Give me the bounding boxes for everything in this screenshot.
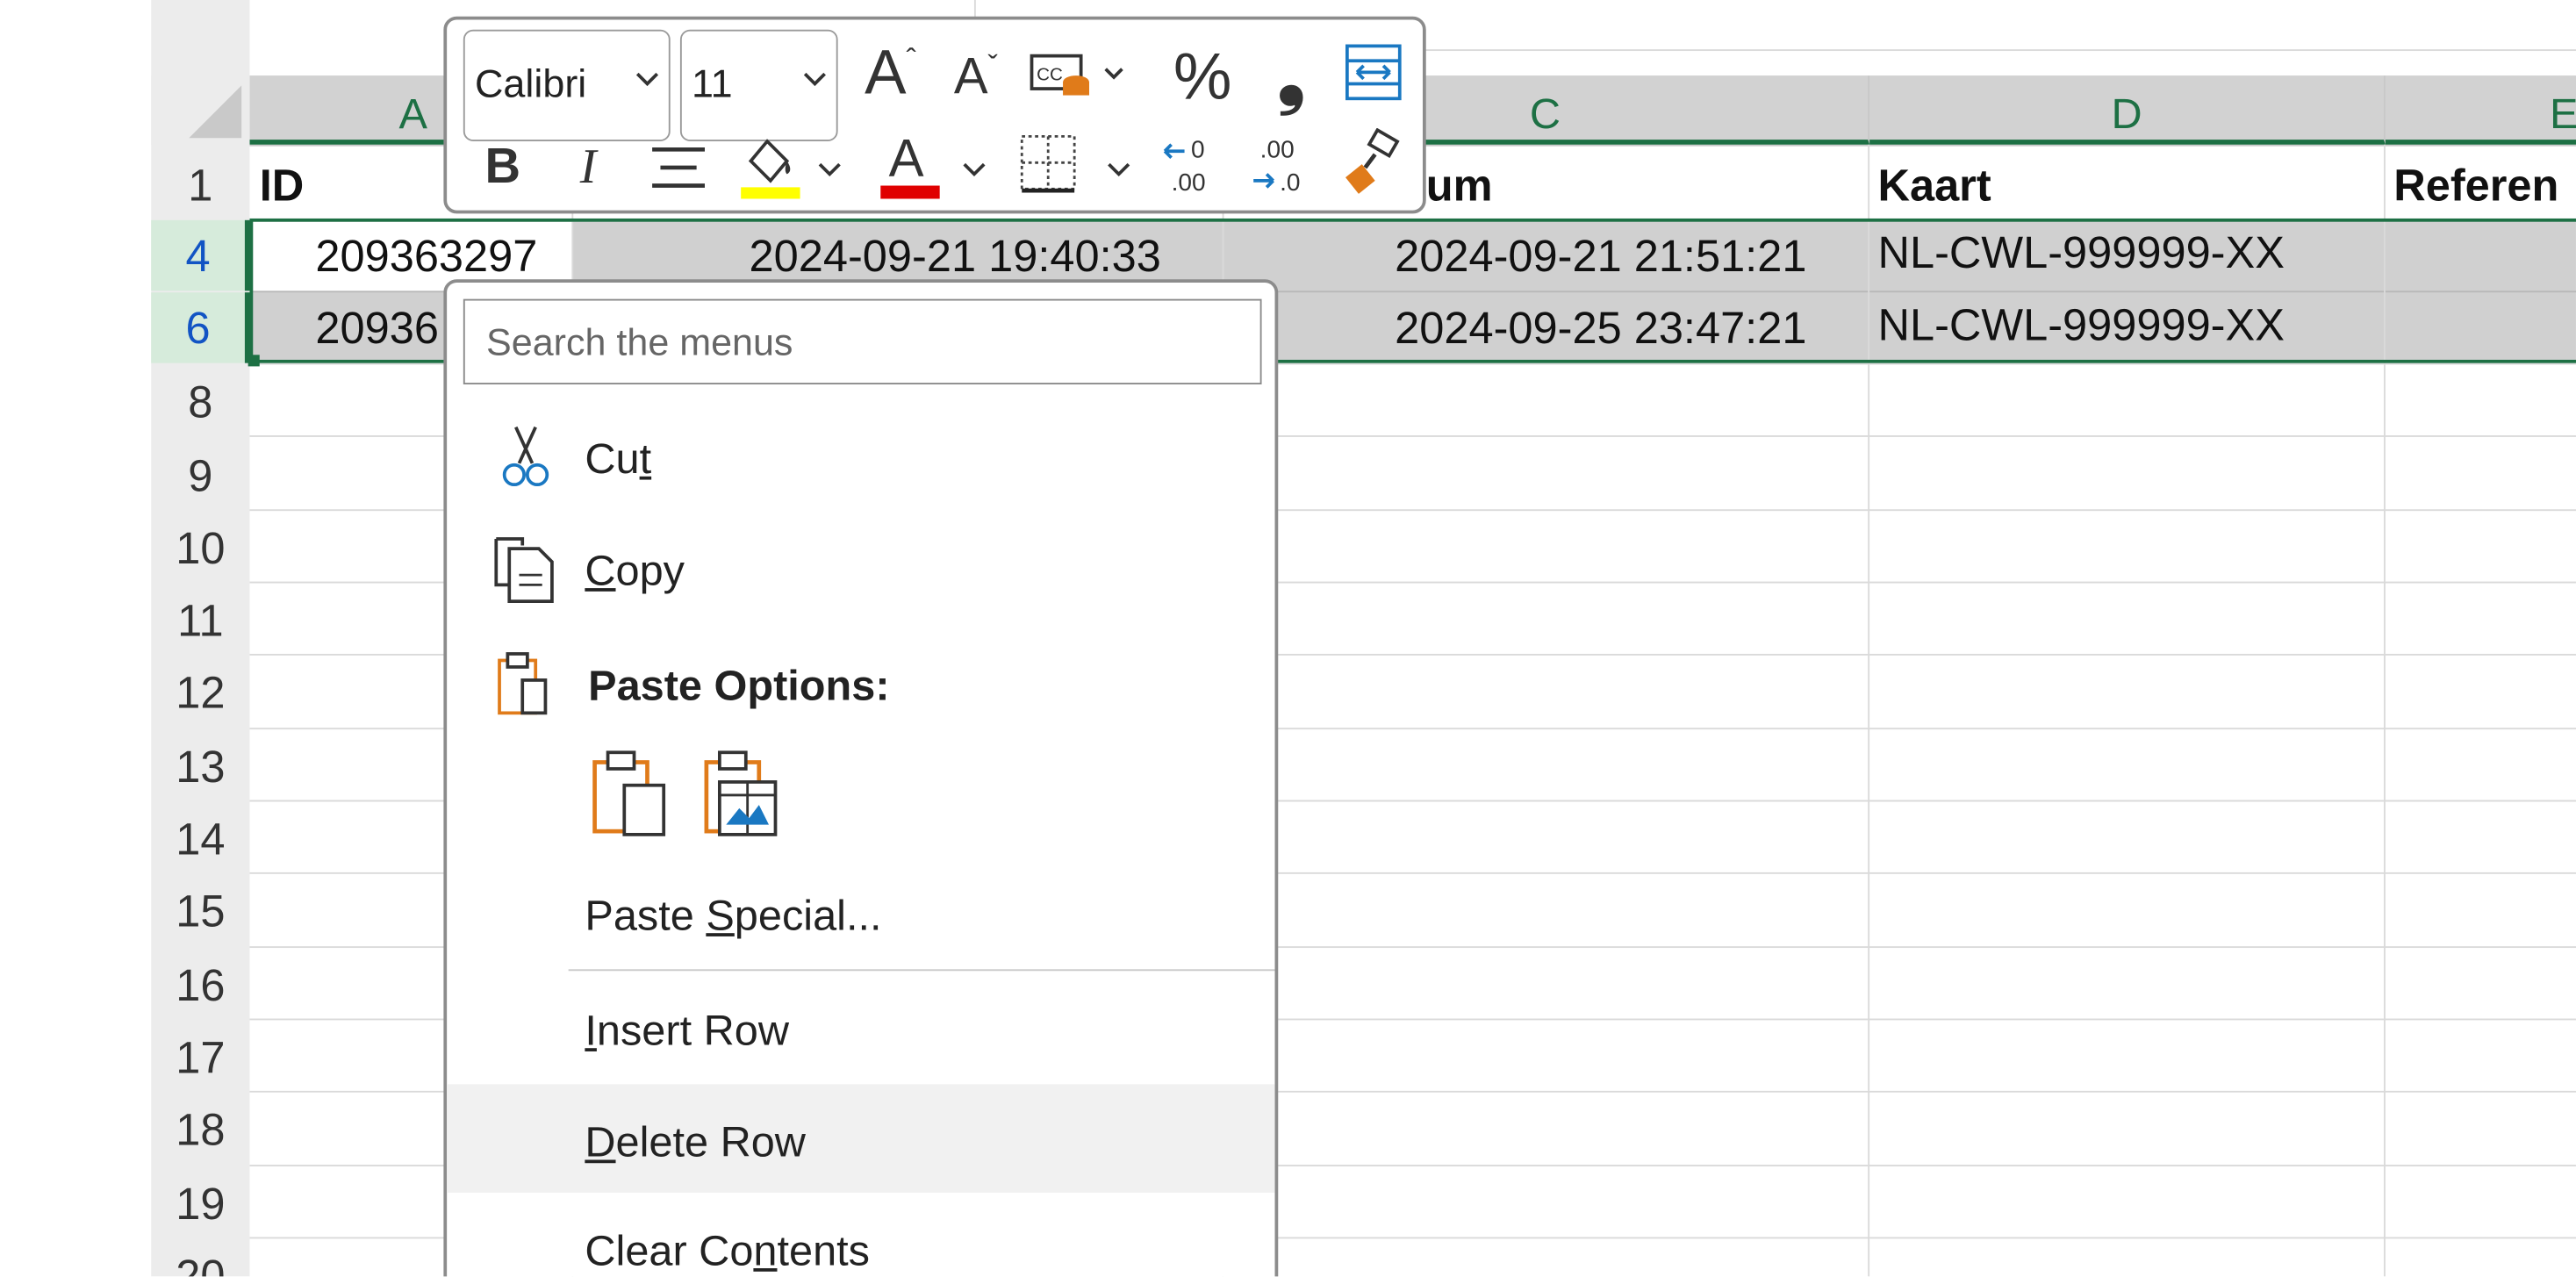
chevron-down-icon[interactable] bbox=[1108, 161, 1130, 177]
font-name-combo[interactable]: Calibri bbox=[463, 29, 671, 141]
cell-c1[interactable]: um bbox=[1426, 161, 1493, 212]
menu-item-clear-contents[interactable]: Clear Contents bbox=[447, 1196, 1274, 1277]
percent-style-icon[interactable]: % bbox=[1163, 32, 1242, 121]
font-size-value: 11 bbox=[692, 62, 733, 107]
menu-item-copy[interactable]: Copy bbox=[447, 516, 1274, 621]
borders-icon[interactable] bbox=[1015, 128, 1081, 200]
chevron-down-icon bbox=[635, 72, 659, 87]
increase-decimal-icon[interactable]: 0 .00 bbox=[1157, 128, 1229, 204]
row-header-13[interactable]: 13 bbox=[151, 728, 249, 800]
comma-style-icon[interactable]: ❟ bbox=[1259, 32, 1324, 121]
copy-icon bbox=[494, 537, 554, 603]
row-header-16[interactable]: 16 bbox=[151, 946, 249, 1018]
excel-window: A C D E 1 4 6 8 9 10 11 12 13 14 15 16 1… bbox=[0, 0, 2576, 1277]
decrease-font-size-icon[interactable]: Aˇ bbox=[943, 36, 1008, 118]
menu-item-cut-label: Cut bbox=[585, 434, 652, 484]
menu-item-clear-contents-label: Clear Contents bbox=[585, 1225, 871, 1275]
paste-options-header: Paste Options: bbox=[447, 631, 1274, 736]
number-format-icon[interactable]: CC bbox=[1025, 43, 1127, 109]
cell-a1[interactable]: ID bbox=[260, 161, 305, 212]
mini-toolbar: Calibri 11 Aˆ Aˇ CC % ❟ B I A 0 .00 .00 … bbox=[443, 16, 1426, 214]
center-align-icon[interactable] bbox=[644, 134, 714, 200]
svg-text:.0: .0 bbox=[1280, 169, 1300, 196]
cell-e1[interactable]: Referen bbox=[2393, 161, 2558, 212]
svg-text:CC: CC bbox=[1037, 65, 1063, 85]
clipboard-icon bbox=[498, 652, 548, 715]
svg-text:.00: .00 bbox=[1172, 169, 1206, 196]
italic-icon[interactable]: I bbox=[556, 132, 621, 204]
menu-item-paste-special-label: Paste Special... bbox=[585, 890, 882, 940]
menu-item-delete-row[interactable]: Delete Row bbox=[447, 1084, 1275, 1193]
row-header-9[interactable]: 9 bbox=[151, 437, 249, 509]
fill-handle[interactable] bbox=[248, 355, 260, 367]
row-header-17[interactable]: 17 bbox=[151, 1019, 249, 1091]
menu-separator bbox=[568, 969, 1275, 972]
wrap-merge-icon[interactable] bbox=[1340, 39, 1406, 105]
decrease-decimal-icon[interactable]: .00 .0 bbox=[1245, 128, 1317, 204]
font-name-value: Calibri bbox=[474, 62, 587, 107]
svg-text:A: A bbox=[889, 128, 924, 187]
row-header-14[interactable]: 14 bbox=[151, 800, 249, 872]
scissors-icon bbox=[502, 426, 549, 487]
row-header-12[interactable]: 12 bbox=[151, 654, 249, 726]
font-color-icon[interactable]: A bbox=[878, 125, 944, 204]
row-header-18[interactable]: 18 bbox=[151, 1091, 249, 1163]
menu-item-delete-row-label: Delete Row bbox=[585, 1116, 806, 1166]
chevron-down-icon bbox=[803, 72, 826, 87]
paste-picture-icon[interactable] bbox=[700, 746, 785, 838]
row-header-4[interactable]: 4 bbox=[151, 219, 250, 291]
menu-item-insert-row-label: Insert Row bbox=[585, 1005, 789, 1055]
menu-item-cut[interactable]: Cut bbox=[447, 404, 1274, 509]
font-size-combo[interactable]: 11 bbox=[679, 29, 838, 141]
row-header-11[interactable]: 11 bbox=[151, 582, 249, 654]
chevron-down-icon[interactable] bbox=[818, 161, 841, 177]
menu-item-insert-row[interactable]: Insert Row bbox=[447, 976, 1274, 1081]
menu-item-paste-special[interactable]: Paste Special... bbox=[447, 861, 1274, 966]
svg-text:.00: .00 bbox=[1260, 136, 1295, 163]
paste-keep-formatting-icon[interactable] bbox=[588, 746, 673, 838]
format-painter-icon[interactable] bbox=[1338, 125, 1407, 204]
select-all-triangle-icon[interactable] bbox=[189, 85, 242, 139]
row-header-8[interactable]: 8 bbox=[151, 365, 249, 437]
row-header-1[interactable]: 1 bbox=[151, 151, 249, 220]
row-header-19[interactable]: 19 bbox=[151, 1165, 249, 1237]
fill-color-icon[interactable] bbox=[733, 128, 808, 204]
context-menu: Search the menus Cut Copy Paste Options:… bbox=[443, 279, 1279, 1277]
column-header-d[interactable]: D bbox=[1869, 75, 2386, 145]
increase-font-size-icon[interactable]: Aˆ bbox=[854, 30, 926, 118]
row-header-20[interactable]: 20 bbox=[151, 1237, 249, 1276]
row-header-6[interactable]: 6 bbox=[151, 292, 250, 363]
row-header-10[interactable]: 10 bbox=[151, 509, 249, 581]
paste-options-label: Paste Options: bbox=[588, 660, 890, 710]
svg-text:0: 0 bbox=[1191, 136, 1205, 163]
menu-item-copy-label: Copy bbox=[585, 545, 685, 595]
cell-d1[interactable]: Kaart bbox=[1877, 161, 1991, 212]
bold-icon[interactable]: B bbox=[470, 132, 535, 204]
column-header-e[interactable]: E bbox=[2385, 75, 2576, 145]
row-header-15[interactable]: 15 bbox=[151, 872, 249, 944]
chevron-down-icon[interactable] bbox=[963, 161, 986, 177]
search-menus-input[interactable]: Search the menus bbox=[463, 298, 1262, 385]
